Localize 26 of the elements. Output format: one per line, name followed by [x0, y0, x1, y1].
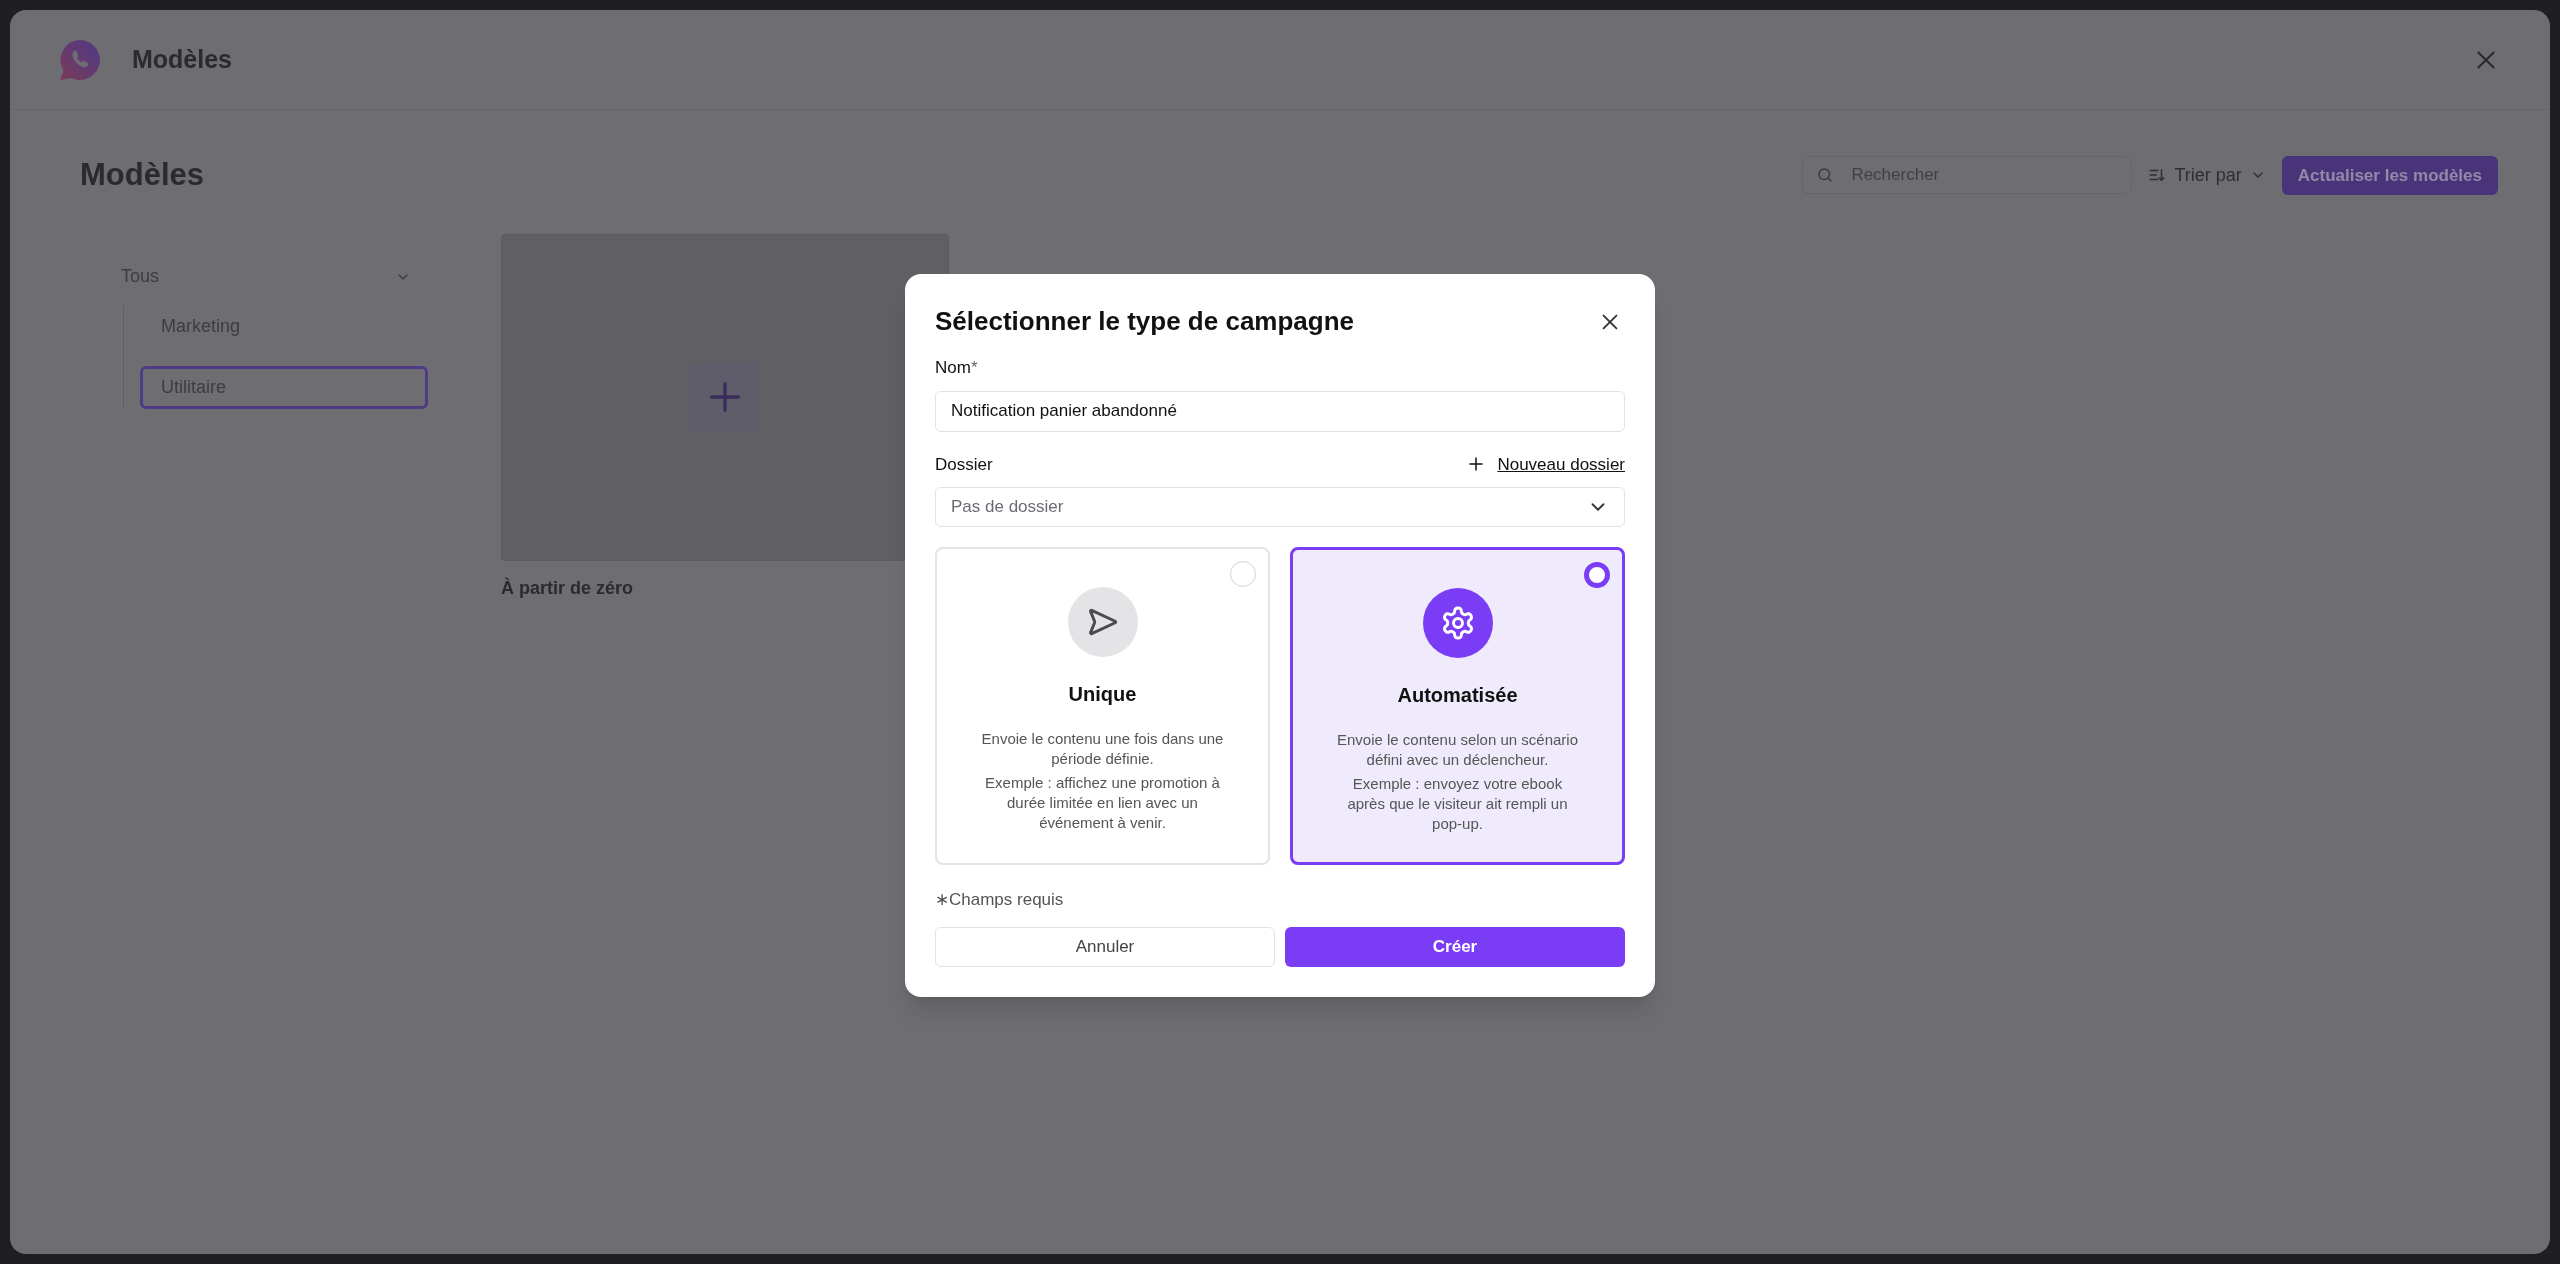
name-input-field[interactable]: Notification panier abandonné [935, 390, 1625, 432]
card-example: Exemple : affichez une promotion à durée limitée en lien avec un événement à venir. [984, 773, 1221, 833]
required-fields-note: ∗Champs requis [935, 889, 1065, 911]
plus-icon [1467, 455, 1486, 474]
cancel-button[interactable]: Annuler [935, 926, 1275, 967]
card-title: Automatisée [1397, 683, 1518, 708]
chat-phone-logo-icon [58, 37, 102, 82]
refresh-templates-button[interactable]: Actualiser les modèles [2281, 155, 2498, 195]
field-label: Nom* [935, 357, 979, 379]
card-description: Envoie le contenu selon un scénario défini avec un déclencheur. [1336, 730, 1579, 770]
search-icon [1816, 166, 1835, 185]
card-title: Unique [1068, 682, 1137, 707]
card-description: Envoie le contenu une fois dans une période définie. [980, 729, 1225, 769]
new-folder-link[interactable]: Nouveau dossier [1467, 451, 1625, 477]
add-tile[interactable] [690, 362, 760, 432]
radio-button[interactable] [1584, 562, 1610, 588]
dialog-title: Sélectionner le type de campagne [935, 305, 1355, 338]
campaign-type-card[interactable]: Automatisée Envoie le contenu selon un scénario défini avec un déclencheur. Exemple : envoyez votre ebook après que le visiteur ait rempli un pop-up. [1290, 547, 1625, 865]
template-title: À partir de zéro [501, 576, 635, 600]
campaign-type-card[interactable]: Unique Envoie le contenu une fois dans une période définie. Exemple : affichez une promotion à durée limitée en lien avec un événement à venir. [935, 547, 1270, 865]
create-button[interactable]: Créer [1285, 926, 1625, 967]
field-label: Dossier [935, 453, 993, 476]
app-title: Modèles [132, 43, 233, 75]
page-title: Modèles [80, 156, 205, 194]
card-example: Exemple : envoyez votre ebook après que le visiteur ait rempli un pop-up. [1346, 774, 1569, 834]
folder-dropdown[interactable]: Pas de dossier [935, 487, 1625, 527]
